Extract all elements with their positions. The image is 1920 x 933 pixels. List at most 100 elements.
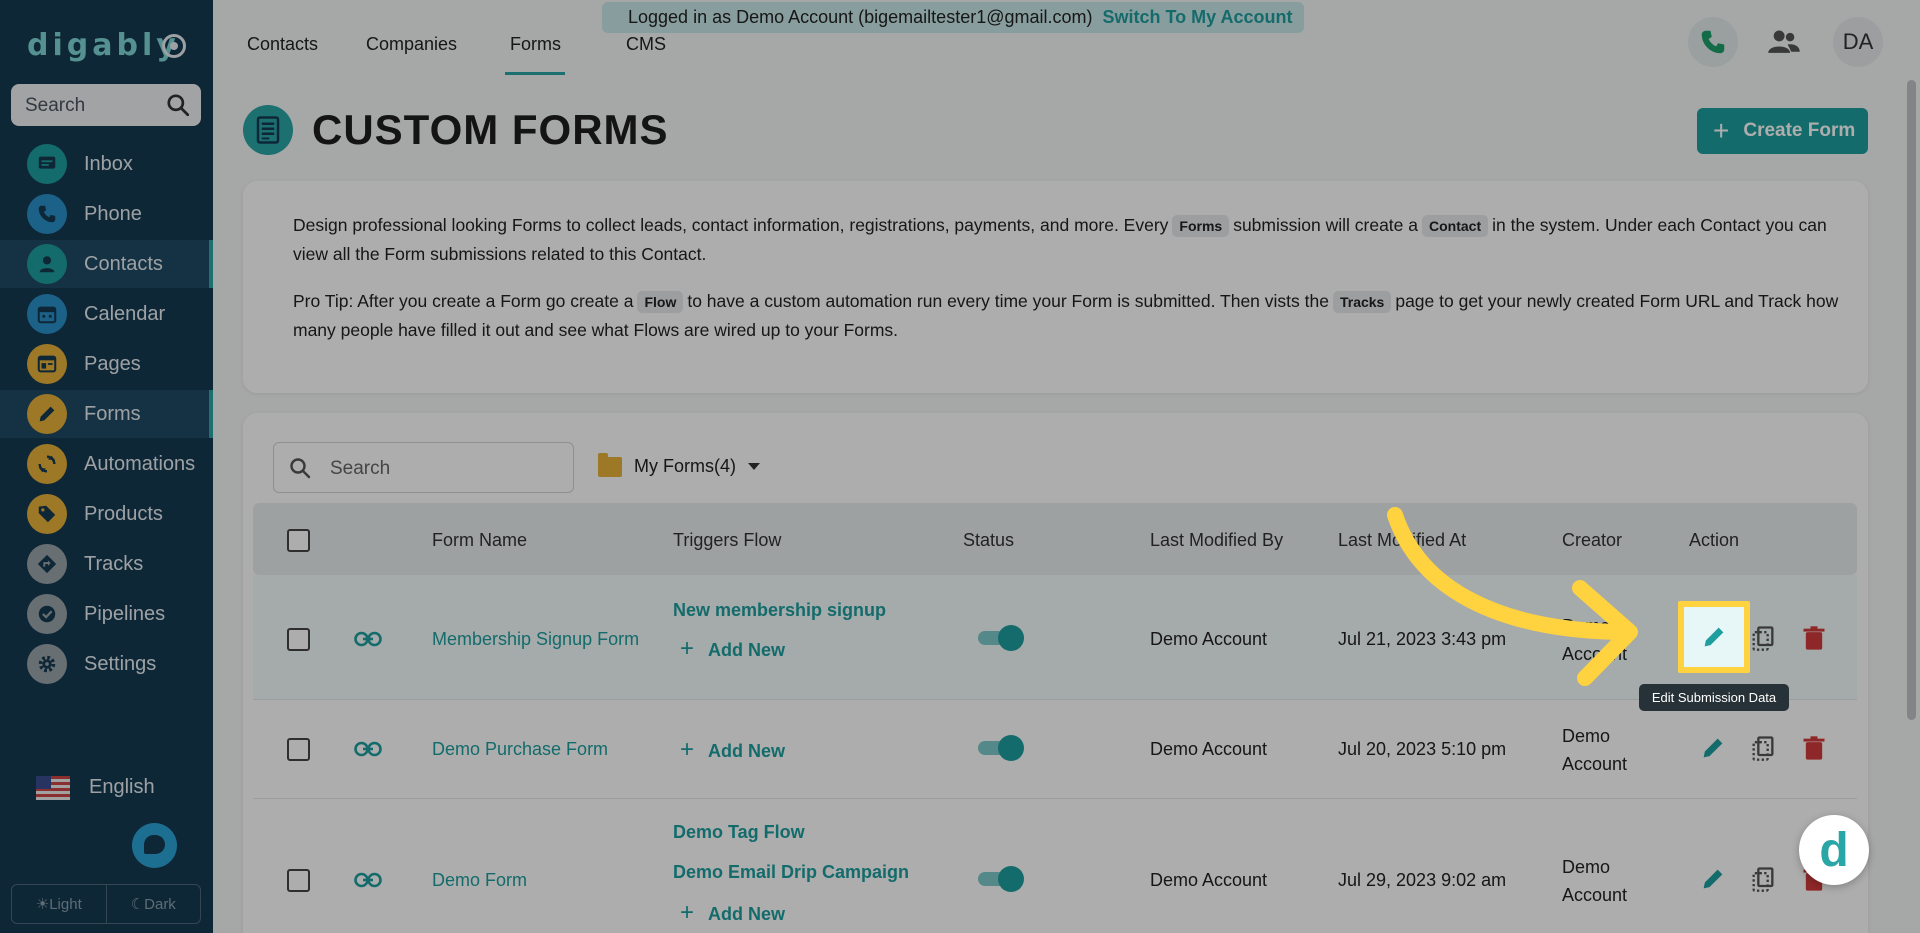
sidebar-search-input[interactable]: Search (11, 84, 201, 126)
help-fab[interactable]: d (1799, 815, 1869, 885)
highlighted-edit-button[interactable] (1678, 601, 1750, 673)
flow-link[interactable]: Demo Email Drip Campaign (673, 862, 909, 883)
inbox-icon (27, 144, 67, 184)
row-checkbox[interactable] (287, 738, 310, 761)
add-flow-button[interactable]: + Add New (680, 736, 785, 764)
last-modified-at: Jul 20, 2023 5:10 pm (1338, 739, 1507, 759)
active-tab-indicator (505, 72, 565, 75)
sidebar: digably Search Inbox Phone Contacts Cale… (0, 0, 213, 933)
tracks-icon (27, 544, 67, 584)
info-paragraph-1: Design professional looking Forms to col… (293, 211, 1843, 269)
logo-mark-icon (162, 34, 186, 58)
sidebar-search-placeholder: Search (25, 95, 86, 116)
contact-chip: Contact (1422, 215, 1489, 237)
sidebar-item-inbox[interactable]: Inbox (0, 140, 213, 188)
last-modified-by: Demo Account (1150, 739, 1268, 759)
edit-tooltip: Edit Submission Data (1639, 684, 1789, 711)
gear-icon (27, 644, 67, 684)
trash-icon[interactable] (1800, 734, 1828, 762)
sidebar-item-automations[interactable]: Automations (0, 440, 213, 488)
chat-icon[interactable] (132, 823, 177, 868)
info-text: Design professional looking Forms to col… (293, 215, 1169, 235)
theme-light-label: Light (49, 895, 82, 913)
flow-chip: Flow (637, 291, 684, 313)
logo: digably (27, 28, 180, 63)
pages-icon (27, 344, 67, 384)
sidebar-item-label: Pipelines (84, 603, 166, 625)
copy-icon[interactable] (1749, 624, 1777, 652)
info-text: to have a custom automation run every ti… (687, 291, 1329, 311)
link-icon[interactable] (354, 872, 382, 888)
sidebar-item-label: Tracks (84, 553, 144, 575)
sidebar-item-pipelines[interactable]: Pipelines (0, 590, 213, 638)
form-name-link[interactable]: Demo Purchase Form (432, 739, 608, 760)
row-checkbox[interactable] (287, 628, 310, 651)
edit-icon[interactable] (1699, 865, 1727, 893)
col-last-modified-by[interactable]: Last Modified By (1150, 530, 1283, 551)
plus-icon: + (680, 635, 695, 662)
theme-toggle: ☀ Light ☾ Dark (11, 884, 201, 924)
search-icon (290, 458, 311, 479)
last-modified-at: Jul 29, 2023 9:02 am (1338, 870, 1507, 890)
col-status[interactable]: Status (963, 530, 1014, 551)
sidebar-item-label: Automations (84, 453, 196, 475)
create-form-label: Create Form (1743, 120, 1856, 141)
theme-dark-button[interactable]: ☾ Dark (107, 885, 201, 923)
contact-icon (27, 244, 67, 284)
tab-forms[interactable]: Forms (510, 34, 561, 55)
add-flow-button[interactable]: + Add New (680, 899, 785, 927)
status-toggle[interactable] (978, 866, 1024, 892)
link-icon[interactable] (354, 741, 382, 757)
sidebar-item-tracks[interactable]: Tracks (0, 540, 213, 588)
status-toggle[interactable] (978, 735, 1024, 761)
search-icon (167, 94, 190, 117)
forms-search-input[interactable]: Search (273, 442, 574, 493)
caret-down-icon (748, 463, 760, 470)
phone-icon (1701, 30, 1725, 54)
tab-contacts[interactable]: Contacts (247, 34, 318, 55)
team-button[interactable] (1762, 20, 1806, 64)
flow-link[interactable]: New membership signup (673, 600, 886, 621)
select-all-checkbox[interactable] (287, 529, 310, 552)
copy-icon[interactable] (1749, 734, 1777, 762)
folder-dropdown[interactable]: My Forms(4) (598, 452, 760, 477)
sidebar-item-phone[interactable]: Phone (0, 190, 213, 238)
tab-companies[interactable]: Companies (366, 34, 457, 55)
sidebar-item-products[interactable]: Products (0, 490, 213, 538)
page-scrollbar[interactable] (1907, 80, 1916, 720)
add-flow-button[interactable]: + Add New (680, 635, 785, 663)
flow-link[interactable]: Demo Tag Flow (673, 822, 805, 843)
switch-account-link[interactable]: Switch To My Account (1103, 7, 1293, 28)
users-icon (1768, 30, 1800, 53)
plus-icon: + (680, 736, 695, 763)
status-toggle[interactable] (978, 625, 1024, 651)
copy-icon[interactable] (1749, 865, 1777, 893)
create-form-button[interactable]: + Create Form (1697, 108, 1868, 154)
us-flag-icon (36, 776, 70, 800)
sidebar-item-pages[interactable]: Pages (0, 340, 213, 388)
edit-icon (1704, 627, 1724, 647)
creator-second: Account (1562, 885, 1628, 905)
form-name-link[interactable]: Demo Form (432, 870, 527, 891)
sidebar-item-contacts[interactable]: Contacts (0, 240, 213, 288)
trash-icon[interactable] (1800, 624, 1828, 652)
tag-icon (27, 494, 67, 534)
link-icon[interactable] (354, 631, 382, 647)
automation-icon (27, 444, 67, 484)
sidebar-item-calendar[interactable]: Calendar (0, 290, 213, 338)
avatar[interactable]: DA (1833, 17, 1883, 67)
theme-light-button[interactable]: ☀ Light (12, 885, 107, 923)
edit-icon[interactable] (1699, 734, 1727, 762)
row-checkbox[interactable] (287, 869, 310, 892)
tab-cms[interactable]: CMS (626, 34, 666, 55)
sidebar-item-forms[interactable]: Forms (0, 390, 213, 438)
creator-first: Demo (1562, 726, 1611, 746)
last-modified-by: Demo Account (1150, 629, 1268, 649)
sidebar-item-label: Contacts (84, 253, 163, 275)
col-triggers-flow[interactable]: Triggers Flow (673, 530, 781, 551)
sidebar-item-settings[interactable]: Settings (0, 640, 213, 688)
phone-button[interactable] (1688, 17, 1738, 67)
form-name-link[interactable]: Membership Signup Form (432, 629, 639, 650)
col-form-name[interactable]: Form Name (432, 530, 527, 551)
moon-icon: ☾ (130, 896, 145, 913)
